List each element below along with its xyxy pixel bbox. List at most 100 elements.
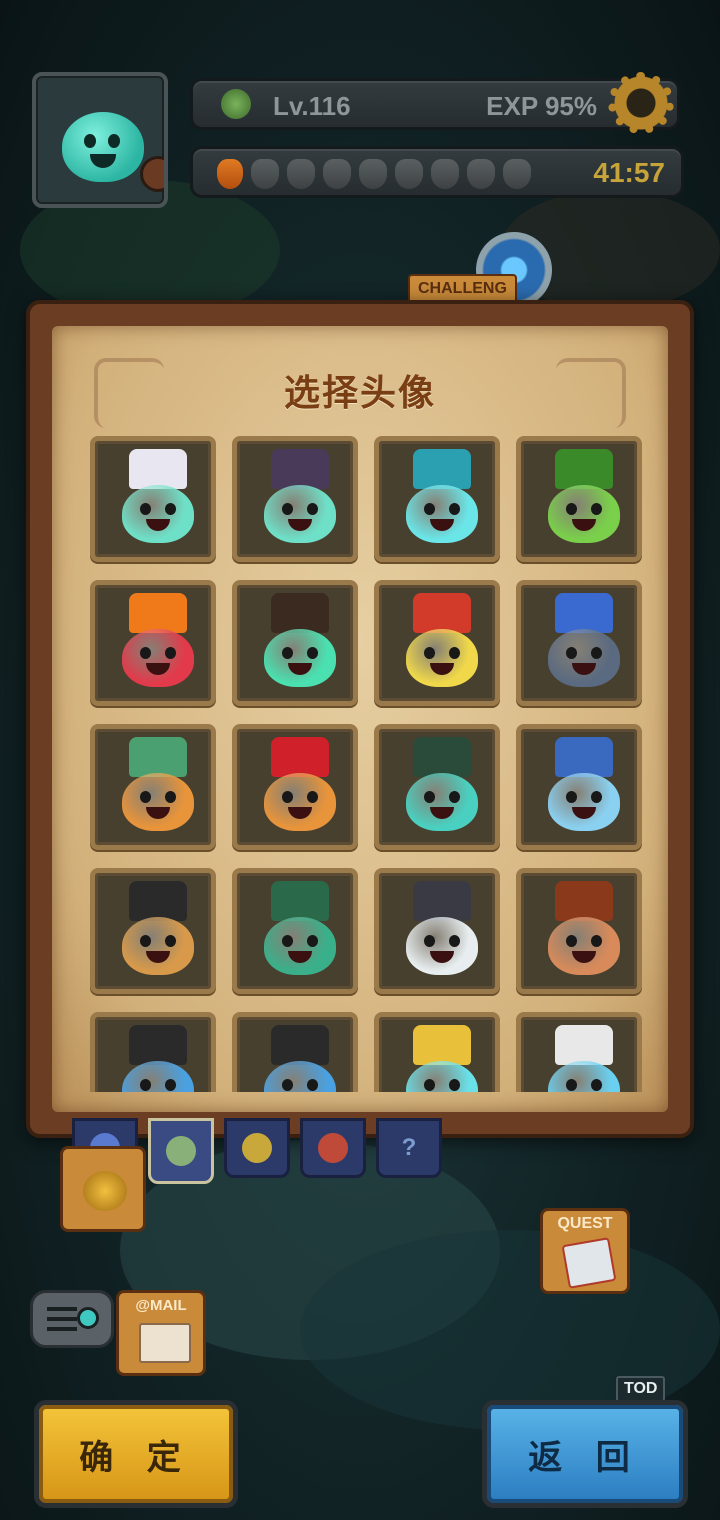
tab-cat[interactable] — [224, 1118, 290, 1178]
carrot-icon — [217, 159, 243, 189]
avatar-option-bishop[interactable] — [90, 436, 216, 562]
avatar-option-witch[interactable] — [232, 436, 358, 562]
avatar-hat-icon — [129, 1025, 187, 1065]
avatar-hat-icon — [555, 593, 613, 633]
mail-button[interactable]: @MAIL — [116, 1290, 206, 1376]
avatar-hat-icon — [271, 881, 329, 921]
tab-unknown[interactable]: ? — [376, 1118, 442, 1178]
avatar-hat-icon — [555, 1025, 613, 1065]
slime-avatar-icon — [548, 629, 620, 687]
slime-avatar-icon — [406, 773, 478, 831]
quest-button[interactable]: QUEST — [540, 1208, 630, 1294]
level-text: Lv.116 — [273, 91, 351, 121]
potion-icon — [83, 1171, 127, 1211]
avatar-slime-icon — [62, 112, 144, 182]
envelope-icon — [139, 1323, 191, 1363]
avatar-option-gunner[interactable] — [232, 868, 358, 994]
energy-timer: 41:57 — [593, 157, 665, 188]
avatar-hat-icon — [271, 1025, 329, 1065]
avatar-hat-icon — [413, 881, 471, 921]
avatar-option-masked-blue[interactable] — [90, 1012, 216, 1092]
avatar-hat-icon — [129, 449, 187, 489]
slime-avatar-icon — [406, 1061, 478, 1092]
avatar-hat-icon — [129, 593, 187, 633]
exp-text: EXP 95% — [486, 91, 597, 121]
settings-gear-icon[interactable] — [606, 70, 676, 136]
empty-carrot-icon — [251, 159, 279, 189]
avatar-option-cyborg[interactable] — [90, 868, 216, 994]
avatar-hat-icon — [555, 449, 613, 489]
slime-avatar-icon — [122, 485, 194, 543]
slime-avatar-icon — [548, 773, 620, 831]
tab-cat-icon — [242, 1133, 272, 1163]
avatar-option-turban-blue[interactable] — [516, 1012, 642, 1092]
empty-carrot-icon — [359, 159, 387, 189]
avatar-hat-icon — [271, 449, 329, 489]
slime-avatar-icon — [122, 917, 194, 975]
avatar-hat-icon — [271, 593, 329, 633]
avatar-option-yellow-king[interactable] — [374, 580, 500, 706]
slime-avatar-icon — [122, 773, 194, 831]
level-icon — [221, 89, 251, 119]
avatar-hat-icon — [555, 881, 613, 921]
avatar-option-xmas-pumpkin[interactable] — [232, 724, 358, 850]
avatar-badge-icon — [140, 156, 164, 192]
avatar-hat-icon — [413, 1025, 471, 1065]
avatar-hat-icon — [413, 737, 471, 777]
slime-avatar-icon — [406, 629, 478, 687]
tab-demon[interactable] — [300, 1118, 366, 1178]
panel-title: 选择头像 — [283, 372, 436, 413]
avatar-option-ice-knight[interactable] — [516, 580, 642, 706]
avatar-option-crowned-blue[interactable] — [374, 1012, 500, 1092]
avatar-option-rainbow-strong[interactable] — [232, 1012, 358, 1092]
empty-carrot-icon — [323, 159, 351, 189]
empty-carrot-icon — [503, 159, 531, 189]
avatar-hat-icon — [129, 881, 187, 921]
question-icon: ? — [401, 1134, 417, 1161]
slime-avatar-icon — [264, 485, 336, 543]
slime-avatar-icon — [548, 485, 620, 543]
empty-carrot-icon — [287, 159, 315, 189]
notification-dot-icon — [77, 1307, 99, 1329]
avatar-hat-icon — [413, 449, 471, 489]
avatar-hat-icon — [555, 737, 613, 777]
avatar-grid-scroll[interactable] — [90, 436, 642, 1092]
avatar-hat-icon — [413, 593, 471, 633]
avatar-hat-icon — [129, 737, 187, 777]
avatar-option-green-dragon[interactable] — [516, 436, 642, 562]
avatar-option-bull-warrior[interactable] — [516, 868, 642, 994]
slime-avatar-icon — [122, 1061, 194, 1092]
empty-carrot-icon — [431, 159, 459, 189]
menu-button[interactable] — [30, 1290, 114, 1348]
avatar-option-red-demon[interactable] — [90, 580, 216, 706]
avatar-option-silver-warlord[interactable] — [374, 868, 500, 994]
potion-button[interactable] — [60, 1146, 146, 1232]
slime-avatar-icon — [548, 917, 620, 975]
avatar-option-cyan-captain[interactable] — [374, 436, 500, 562]
slime-avatar-icon — [264, 773, 336, 831]
avatar-select-panel: 选择头像 — [26, 300, 694, 1138]
avatar-option-horned-green[interactable] — [374, 724, 500, 850]
back-button[interactable]: 返 回 — [482, 1400, 688, 1508]
tod-tag[interactable]: TOD — [616, 1376, 666, 1402]
tab-knight[interactable] — [148, 1118, 214, 1184]
avatar-option-gentleman[interactable] — [232, 580, 358, 706]
empty-carrot-icon — [395, 159, 423, 189]
slime-avatar-icon — [406, 485, 478, 543]
ticket-icon — [561, 1237, 617, 1289]
menu-icon — [47, 1307, 77, 1331]
slime-avatar-icon — [548, 1061, 620, 1092]
quest-label: QUEST — [557, 1215, 613, 1232]
slime-avatar-icon — [122, 629, 194, 687]
confirm-button[interactable]: 确 定 — [34, 1400, 238, 1508]
slime-avatar-icon — [406, 917, 478, 975]
slime-avatar-icon — [264, 1061, 336, 1092]
avatar-option-frost-king[interactable] — [516, 724, 642, 850]
mail-label: @MAIL — [135, 1297, 187, 1314]
energy-slots — [251, 159, 531, 189]
avatar-option-forest-pumpkin[interactable] — [90, 724, 216, 850]
energy-bar: 41:57 — [190, 146, 684, 198]
empty-carrot-icon — [467, 159, 495, 189]
player-avatar[interactable] — [32, 72, 168, 208]
tab-demon-icon — [318, 1133, 348, 1163]
